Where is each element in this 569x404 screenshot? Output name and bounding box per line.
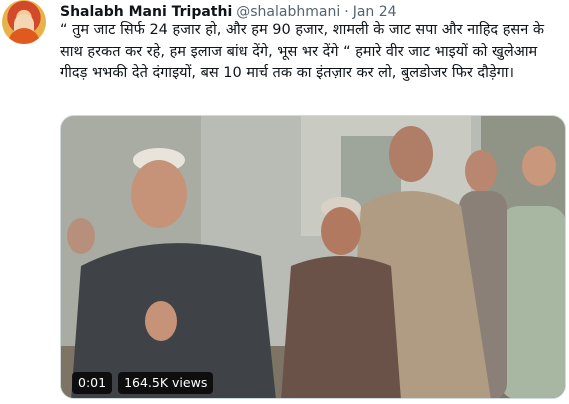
- video-frame: [61, 116, 565, 398]
- video-overlay: 0:01 164.5K views: [72, 372, 214, 394]
- author-display-name[interactable]: Shalabh Mani Tripathi: [60, 2, 232, 22]
- tweet-text: “ तुम जाट सिर्फ 24 हजार हो, और हम 90 हजा…: [60, 22, 549, 81]
- avatar-robe: [8, 28, 40, 44]
- tweet-header: Shalabh Mani Tripathi @shalabhmani · Jan…: [60, 2, 397, 22]
- video-view-count: 164.5K views: [118, 372, 214, 394]
- video-elapsed-time: 0:01: [72, 372, 113, 394]
- author-avatar[interactable]: [2, 0, 46, 44]
- video-player[interactable]: 0:01 164.5K views: [60, 115, 566, 399]
- tweet-date[interactable]: Jan 24: [353, 2, 397, 22]
- header-separator: ·: [344, 4, 349, 20]
- tweet: Shalabh Mani Tripathi @shalabhmani · Jan…: [0, 0, 569, 404]
- author-handle[interactable]: @shalabhmani: [236, 2, 340, 22]
